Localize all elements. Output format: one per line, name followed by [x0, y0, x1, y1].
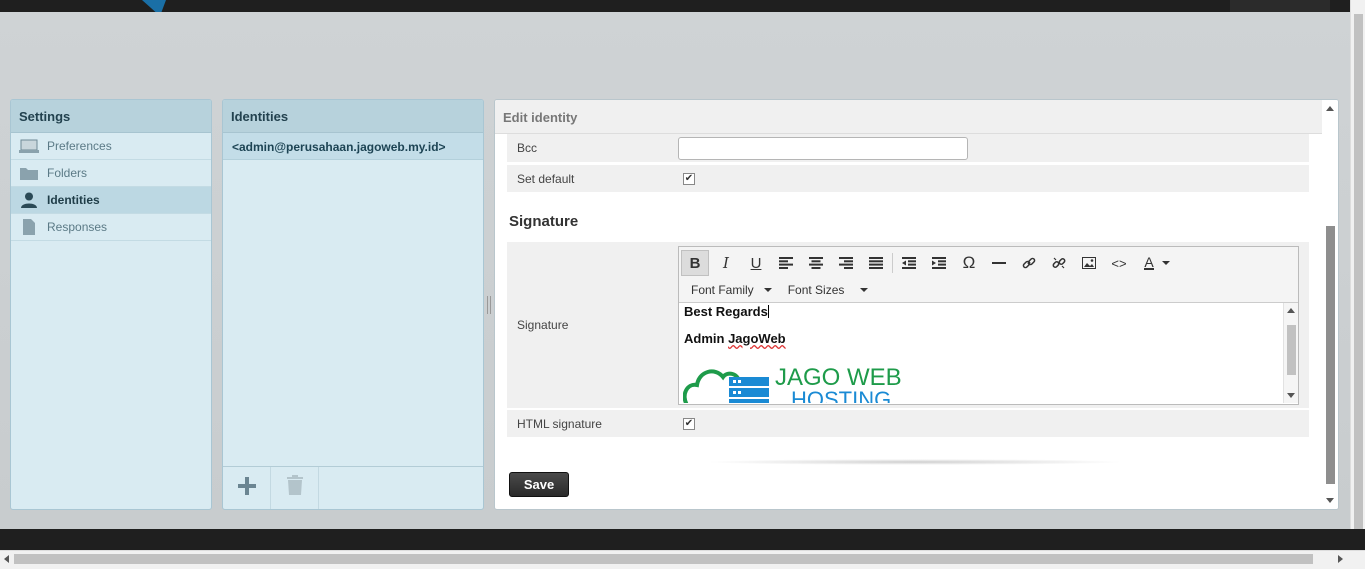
edit-identity-title: Edit identity: [495, 100, 1338, 134]
monitor-icon: [19, 138, 39, 154]
bottom-bar: [0, 529, 1365, 550]
scrollbar-thumb[interactable]: [1326, 226, 1335, 484]
signature-line-2-prefix: Admin: [684, 331, 729, 346]
bcc-label: Bcc: [517, 141, 538, 155]
identities-footer: [223, 466, 483, 509]
scroll-left-icon[interactable]: [4, 555, 9, 563]
nav-item-label: Responses: [47, 220, 108, 234]
bold-icon[interactable]: B: [681, 250, 709, 276]
settings-title: Settings: [11, 100, 211, 133]
unlink-icon[interactable]: [1044, 250, 1074, 276]
code-icon[interactable]: <>: [1104, 250, 1134, 276]
divider-shadow: [705, 459, 1125, 465]
image-icon[interactable]: [1074, 250, 1104, 276]
font-sizes-label: Font Sizes: [787, 283, 845, 297]
folder-icon: [19, 165, 39, 181]
font-sizes-dropdown[interactable]: Font Sizes: [788, 283, 869, 297]
nav-item-identities[interactable]: Identities: [11, 187, 211, 214]
scrollbar-thumb[interactable]: [1354, 14, 1363, 542]
align-left-icon[interactable]: [771, 250, 801, 276]
html-signature-checkbox[interactable]: ✔: [683, 417, 695, 430]
scroll-up-icon[interactable]: [1287, 308, 1295, 313]
trash-icon: [286, 474, 303, 502]
nav-item-folders[interactable]: Folders: [11, 160, 211, 187]
bcc-row: Bcc: [507, 134, 1309, 162]
html-signature-label: HTML signature: [517, 416, 602, 431]
signature-scrollbar[interactable]: [1283, 303, 1298, 403]
page-vertical-scrollbar[interactable]: [1350, 0, 1365, 550]
nav-item-preferences[interactable]: Preferences: [11, 133, 211, 160]
indent-icon[interactable]: [924, 250, 954, 276]
align-justify-icon[interactable]: [861, 250, 891, 276]
omega-icon[interactable]: Ω: [954, 250, 984, 276]
toolbar-separator: [892, 253, 893, 273]
plus-icon: [237, 474, 256, 502]
add-identity-button[interactable]: [223, 467, 271, 509]
logo-text-2: HOSTING: [791, 387, 891, 403]
set-default-label: Set default: [517, 171, 575, 186]
text-cursor: [767, 305, 769, 318]
scroll-down-icon[interactable]: [1326, 498, 1334, 503]
settings-panel: Settings Preferences Folders Identities …: [10, 99, 212, 510]
jagoweb-logo: JAGO WEB HOSTING: [682, 357, 923, 403]
signature-row: Signature B I U Ω <> A Font Family Font …: [507, 242, 1309, 408]
editor-toolbar: B I U Ω <> A Font Family Font Sizes: [679, 247, 1298, 303]
html-signature-row: HTML signature ✔: [507, 410, 1309, 437]
italic-icon[interactable]: I: [711, 250, 741, 276]
top-bar: [0, 0, 1365, 16]
panel-splitter[interactable]: [487, 296, 491, 314]
signature-content-area[interactable]: Best Regards Admin JagoWeb JAGO WEB HOST…: [679, 303, 1298, 403]
text-color-icon[interactable]: A: [1134, 250, 1180, 276]
identities-title: Identities: [223, 100, 483, 133]
set-default-row: Set default ✔: [507, 165, 1309, 192]
chevron-down-icon: [763, 288, 772, 292]
identity-list-item[interactable]: <admin@perusahaan.jagoweb.my.id>: [223, 133, 483, 160]
signature-editor: B I U Ω <> A Font Family Font Sizes Best…: [678, 246, 1299, 405]
scroll-up-icon[interactable]: [1326, 106, 1334, 111]
identities-panel: Identities <admin@perusahaan.jagoweb.my.…: [222, 99, 484, 510]
underline-icon[interactable]: U: [741, 250, 771, 276]
top-tab-stub: [1230, 0, 1330, 12]
user-icon: [19, 192, 39, 208]
save-button[interactable]: Save: [509, 472, 569, 497]
font-family-dropdown[interactable]: Font Family: [691, 283, 772, 297]
nav-item-responses[interactable]: Responses: [11, 214, 211, 241]
bcc-field[interactable]: [678, 136, 968, 160]
edit-identity-panel: Edit identity Bcc Set default ✔ Signatur…: [494, 99, 1339, 510]
link-icon[interactable]: [1014, 250, 1044, 276]
set-default-checkbox[interactable]: ✔: [683, 172, 695, 185]
scrollbar-thumb[interactable]: [14, 554, 1313, 564]
outdent-icon[interactable]: [894, 250, 924, 276]
scrollbar-thumb[interactable]: [1287, 325, 1296, 375]
chevron-down-icon: [860, 288, 869, 292]
hr-icon[interactable]: [984, 250, 1014, 276]
delete-identity-button[interactable]: [271, 467, 319, 509]
font-family-label: Font Family: [691, 283, 754, 297]
signature-section-title: Signature: [509, 213, 579, 230]
document-icon: [19, 219, 39, 235]
signature-label: Signature: [517, 318, 569, 332]
signature-line-1: Best Regards: [684, 304, 768, 319]
scroll-down-icon[interactable]: [1287, 393, 1295, 398]
signature-line-2-name: JagoWeb: [728, 331, 786, 346]
nav-item-label: Identities: [47, 193, 100, 207]
align-right-icon[interactable]: [831, 250, 861, 276]
page-horizontal-scrollbar[interactable]: [0, 550, 1365, 569]
nav-item-label: Folders: [47, 166, 88, 180]
scroll-right-icon[interactable]: [1338, 555, 1343, 563]
editor-scrollbar[interactable]: [1322, 100, 1338, 509]
align-center-icon[interactable]: [801, 250, 831, 276]
nav-item-label: Preferences: [47, 139, 112, 153]
